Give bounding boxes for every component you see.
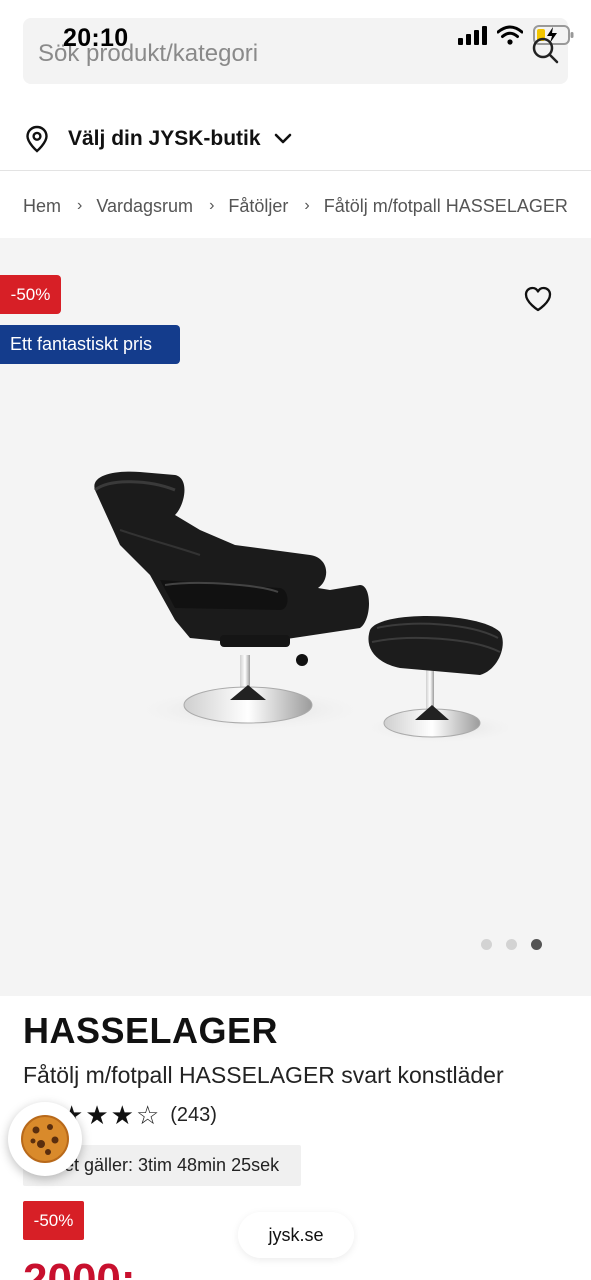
chevron-down-icon (274, 133, 291, 144)
star-empty-icon: ☆ (135, 1100, 160, 1130)
header-divider (0, 170, 591, 171)
status-time: 20:10 (63, 24, 129, 52)
wifi-icon (497, 25, 523, 45)
breadcrumb-item-vardagsrum[interactable]: Vardagsrum (96, 196, 193, 217)
store-selector-label: Välj din JYSK-butik (68, 127, 261, 150)
product-price: 2000:- (23, 1255, 151, 1280)
breadcrumb: Hem › Vardagsrum › Fåtöljer › Fåtölj m/f… (23, 193, 568, 219)
great-price-badge: Ett fantastiskt pris (0, 325, 180, 364)
product-rating[interactable]: ★ ★ ★ ☆ (243) (60, 1101, 217, 1129)
breadcrumb-item-home[interactable]: Hem (23, 196, 61, 217)
star-icon: ★ (85, 1100, 109, 1130)
cookie-icon (21, 1115, 69, 1163)
heart-icon[interactable] (523, 285, 553, 313)
price-discount-badge: -50% (23, 1201, 84, 1240)
chevron-right-icon: › (209, 197, 215, 214)
product-brand: HASSELAGER (23, 1010, 279, 1051)
product-name: Fåtölj m/fotpall HASSELAGER svart konstl… (23, 1062, 504, 1088)
search-icon[interactable] (531, 34, 559, 66)
discount-badge: -50% (0, 275, 61, 314)
location-pin-icon (26, 125, 48, 153)
review-count: (243) (170, 1103, 217, 1126)
gallery-dot[interactable] (481, 939, 492, 950)
signal-icon (458, 26, 487, 45)
browser-url-bar[interactable]: jysk.se (238, 1212, 354, 1258)
breadcrumb-item-fatoljer[interactable]: Fåtöljer (228, 196, 288, 217)
product-image (94, 471, 520, 744)
gallery-dot-active[interactable] (531, 939, 542, 950)
chevron-right-icon: › (304, 197, 310, 214)
breadcrumb-item-current: Fåtölj m/fotpall HASSELAGER svart konstl… (323, 195, 568, 216)
chevron-right-icon: › (77, 197, 83, 214)
star-icon: ★ (110, 1100, 134, 1130)
gallery-pagination[interactable] (481, 939, 542, 950)
cookie-settings-button[interactable] (8, 1102, 82, 1176)
gallery-dot[interactable] (506, 939, 517, 950)
store-selector[interactable]: Välj din JYSK-butik (24, 122, 293, 156)
